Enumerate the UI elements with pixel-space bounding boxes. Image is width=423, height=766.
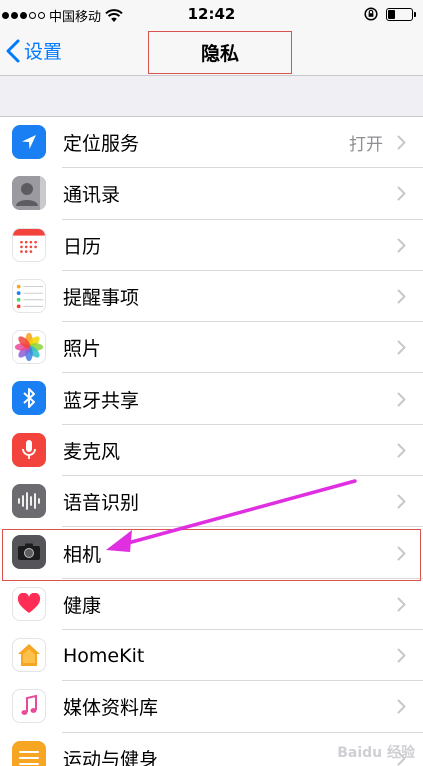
list-item-label: 通讯录	[63, 184, 121, 207]
chevron-right-icon	[397, 494, 406, 509]
speech-recognition-icon	[12, 484, 46, 519]
list-item-label: 麦克风	[63, 440, 121, 463]
list-item-label: 语音识别	[63, 492, 140, 515]
list-item-label: 运动与健身	[63, 748, 159, 766]
navigation-bar: 设置 隐私	[0, 30, 423, 76]
reminders-icon	[12, 278, 46, 313]
back-label: 设置	[24, 41, 63, 63]
health-heart-icon	[12, 586, 46, 621]
chevron-right-icon	[397, 648, 406, 663]
bluetooth-icon	[12, 381, 46, 416]
back-button[interactable]: 设置	[6, 37, 62, 64]
list-item[interactable]: 提醒事项	[0, 271, 423, 323]
chevron-right-icon	[397, 546, 406, 561]
chevron-right-icon	[397, 135, 406, 150]
chevron-right-icon	[397, 392, 406, 407]
motion-fitness-icon	[12, 740, 46, 766]
contacts-icon	[12, 176, 46, 211]
list-item-label: 照片	[63, 338, 102, 361]
list-item-label: 日历	[63, 235, 102, 258]
list-item[interactable]: 媒体资料库	[0, 681, 423, 733]
calendar-icon	[12, 227, 46, 262]
list-item[interactable]: HomeKit	[0, 630, 423, 682]
chevron-right-icon	[397, 443, 406, 458]
list-item[interactable]: 健康	[0, 579, 423, 631]
rotation-lock-icon	[364, 7, 378, 21]
photos-icon	[12, 330, 46, 365]
microphone-icon	[12, 432, 46, 467]
chevron-right-icon	[397, 186, 406, 201]
list-item[interactable]: 麦克风	[0, 425, 423, 477]
watermark: Baidu 经验	[337, 745, 415, 761]
battery-level	[388, 9, 395, 19]
list-item-label: 健康	[63, 594, 102, 617]
battery-icon	[386, 7, 416, 21]
list-item[interactable]: 日历	[0, 220, 423, 272]
list-item-label: 蓝牙共享	[63, 389, 140, 412]
list-item[interactable]: 照片	[0, 322, 423, 374]
chevron-right-icon	[397, 597, 406, 612]
list-item-label: 媒体资料库	[63, 697, 159, 720]
camera-icon	[12, 535, 46, 570]
chevron-right-icon	[397, 289, 406, 304]
list-item-value: 打开	[349, 135, 383, 156]
list-item[interactable]: 蓝牙共享	[0, 373, 423, 426]
list-item[interactable]: 通讯录	[0, 168, 423, 220]
list-item-label: 相机	[63, 543, 102, 566]
list-item[interactable]: 语音识别	[0, 476, 423, 528]
list-item[interactable]: 相机	[0, 527, 423, 579]
chevron-right-icon	[397, 340, 406, 355]
status-bar: 中国移动 12:42	[0, 0, 423, 30]
list-item-label: HomeKit	[63, 644, 145, 667]
list-item-label: 提醒事项	[63, 287, 140, 310]
status-time: 12:42	[187, 5, 236, 23]
music-note-icon	[12, 689, 46, 724]
list-item-label: 定位服务	[63, 133, 140, 156]
chevron-right-icon	[397, 699, 406, 714]
title-highlight-box: 隐私	[148, 31, 292, 74]
status-right	[364, 7, 416, 21]
privacy-settings-list: 定位服务 打开通讯录日历提醒事项照片蓝牙共享麦克风语音识别相机健康 HomeKit 媒…	[0, 116, 423, 766]
homekit-house-icon	[12, 637, 46, 672]
chevron-left-icon	[6, 39, 20, 62]
chevron-right-icon	[397, 238, 406, 253]
location-arrow-icon	[12, 125, 46, 159]
page-title: 隐私	[200, 43, 239, 65]
list-item[interactable]: 定位服务 打开	[0, 117, 423, 169]
